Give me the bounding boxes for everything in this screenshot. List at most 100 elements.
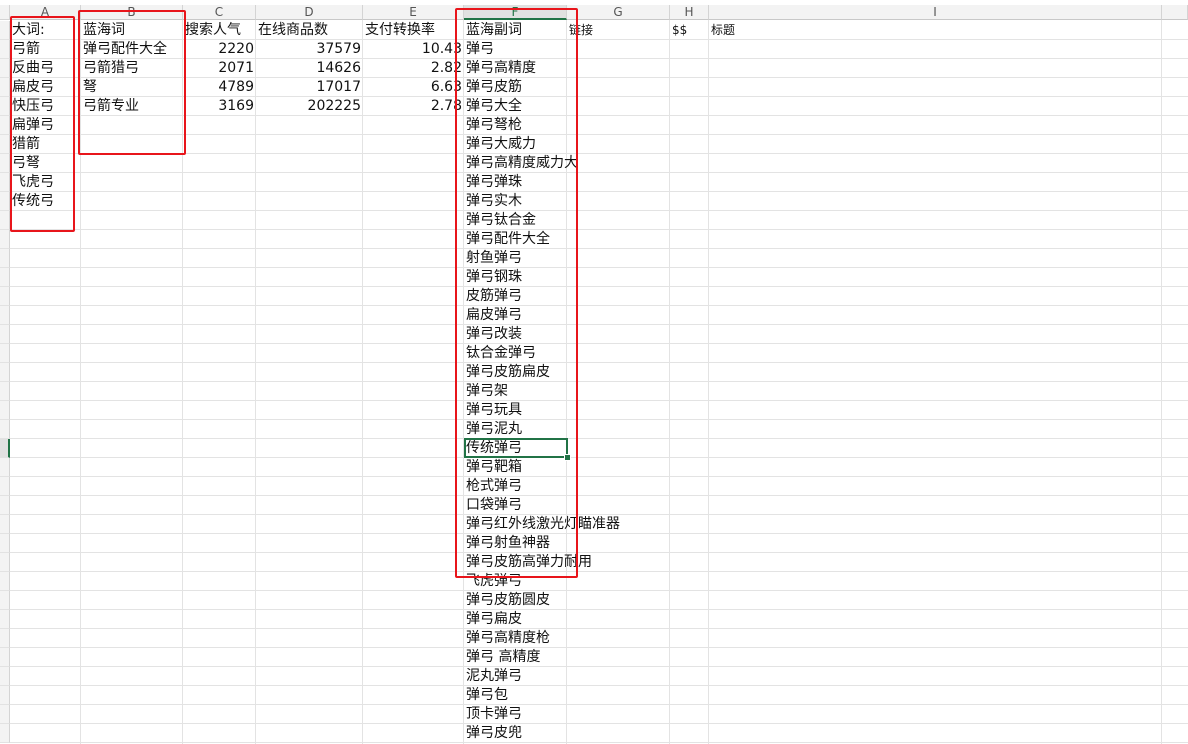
online-products-cell[interactable]: 202225: [256, 97, 363, 116]
row-gridline: [10, 248, 1188, 249]
column-header-c[interactable]: C: [183, 5, 256, 20]
secondary-word-cell[interactable]: 弹弓包: [464, 686, 567, 705]
row-gridline: [10, 134, 1188, 135]
row-gridline: [10, 343, 1188, 344]
cell-h1[interactable]: $$: [670, 21, 709, 40]
row-gridline: [10, 419, 1188, 420]
row-header[interactable]: [0, 477, 10, 496]
secondary-word-cell[interactable]: 顶卡弹弓: [464, 705, 567, 724]
column-gridline: [1161, 20, 1162, 744]
row-header[interactable]: [0, 230, 10, 249]
row-header[interactable]: [0, 591, 10, 610]
conversion-rate-cell[interactable]: 6.63: [363, 78, 464, 97]
online-products-cell[interactable]: 17017: [256, 78, 363, 97]
row-header[interactable]: [0, 667, 10, 686]
search-popularity-cell[interactable]: 3169: [183, 97, 256, 116]
row-header[interactable]: [0, 21, 10, 40]
row-gridline: [10, 457, 1188, 458]
row-gridline: [10, 666, 1188, 667]
conversion-rate-cell[interactable]: 2.78: [363, 97, 464, 116]
online-products-cell[interactable]: 14626: [256, 59, 363, 78]
row-header[interactable]: [0, 553, 10, 572]
row-header[interactable]: [0, 382, 10, 401]
spreadsheet-grid[interactable]: ABCDEFGHI 大词: 蓝海词 搜索人气 在线商品数 支付转换率 蓝海副词 …: [0, 0, 1188, 744]
row-header[interactable]: [0, 458, 10, 477]
row-gridline: [10, 191, 1188, 192]
row-header[interactable]: [0, 211, 10, 230]
row-gridline: [10, 400, 1188, 401]
row-header[interactable]: [0, 40, 10, 59]
online-products-cell[interactable]: 37579: [256, 40, 363, 59]
secondary-word-cell[interactable]: 弹弓扁皮: [464, 610, 567, 629]
cell-d1[interactable]: 在线商品数: [256, 21, 363, 40]
row-header[interactable]: [0, 97, 10, 116]
conversion-rate-cell[interactable]: 2.82: [363, 59, 464, 78]
secondary-word-cell[interactable]: 弹弓高精度枪: [464, 629, 567, 648]
row-gridline: [10, 628, 1188, 629]
row-header[interactable]: [0, 572, 10, 591]
row-header[interactable]: [0, 249, 10, 268]
row-gridline: [10, 685, 1188, 686]
row-header[interactable]: [0, 306, 10, 325]
row-gridline: [10, 476, 1188, 477]
search-popularity-cell[interactable]: 2220: [183, 40, 256, 59]
column-header-i[interactable]: I: [709, 5, 1162, 20]
row-header[interactable]: [0, 648, 10, 667]
row-header[interactable]: [0, 439, 10, 458]
select-all-corner[interactable]: [0, 5, 10, 20]
row-gridline: [10, 495, 1188, 496]
row-header[interactable]: [0, 154, 10, 173]
annotation-box-big-words: [10, 16, 75, 232]
column-header-d[interactable]: D: [256, 5, 363, 20]
annotation-box-secondary-words: [455, 8, 578, 578]
secondary-word-cell[interactable]: 泥丸弹弓: [464, 667, 567, 686]
row-header[interactable]: [0, 401, 10, 420]
row-header[interactable]: [0, 192, 10, 211]
conversion-rate-cell[interactable]: 10.43: [363, 40, 464, 59]
row-header[interactable]: [0, 629, 10, 648]
column-gridline: [669, 20, 670, 744]
row-header[interactable]: [0, 420, 10, 439]
row-header[interactable]: [0, 78, 10, 97]
column-gridline: [362, 20, 363, 744]
cell-i1[interactable]: 标题: [709, 21, 1162, 40]
column-header-filler: [1162, 5, 1188, 20]
row-header[interactable]: [0, 268, 10, 287]
row-header[interactable]: [0, 363, 10, 382]
column-gridline: [255, 20, 256, 744]
row-header[interactable]: [0, 173, 10, 192]
secondary-word-cell[interactable]: 弹弓 高精度: [464, 648, 567, 667]
row-header[interactable]: [0, 344, 10, 363]
row-gridline: [10, 704, 1188, 705]
row-gridline: [10, 533, 1188, 534]
row-gridline: [10, 514, 1188, 515]
row-header[interactable]: [0, 686, 10, 705]
row-header[interactable]: [0, 135, 10, 154]
column-header-g[interactable]: G: [567, 5, 670, 20]
row-gridline: [10, 267, 1188, 268]
cell-g1[interactable]: 链接: [567, 21, 670, 40]
row-header[interactable]: [0, 610, 10, 629]
row-header[interactable]: [0, 515, 10, 534]
column-header-e[interactable]: E: [363, 5, 464, 20]
row-gridline: [10, 438, 1188, 439]
cell-e1[interactable]: 支付转换率: [363, 21, 464, 40]
search-popularity-cell[interactable]: 4789: [183, 78, 256, 97]
row-header[interactable]: [0, 496, 10, 515]
row-header[interactable]: [0, 724, 10, 743]
row-header[interactable]: [0, 59, 10, 78]
row-gridline: [10, 571, 1188, 572]
row-gridline: [10, 723, 1188, 724]
row-header[interactable]: [0, 325, 10, 344]
cell-c1[interactable]: 搜索人气: [183, 21, 256, 40]
row-header[interactable]: [0, 287, 10, 306]
secondary-word-cell[interactable]: 弹弓皮筋圆皮: [464, 591, 567, 610]
secondary-word-cell[interactable]: 弹弓皮兜: [464, 724, 567, 743]
row-header[interactable]: [0, 705, 10, 724]
row-gridline: [10, 647, 1188, 648]
row-header[interactable]: [0, 116, 10, 135]
row-header[interactable]: [0, 534, 10, 553]
search-popularity-cell[interactable]: 2071: [183, 59, 256, 78]
row-gridline: [10, 609, 1188, 610]
column-header-h[interactable]: H: [670, 5, 709, 20]
